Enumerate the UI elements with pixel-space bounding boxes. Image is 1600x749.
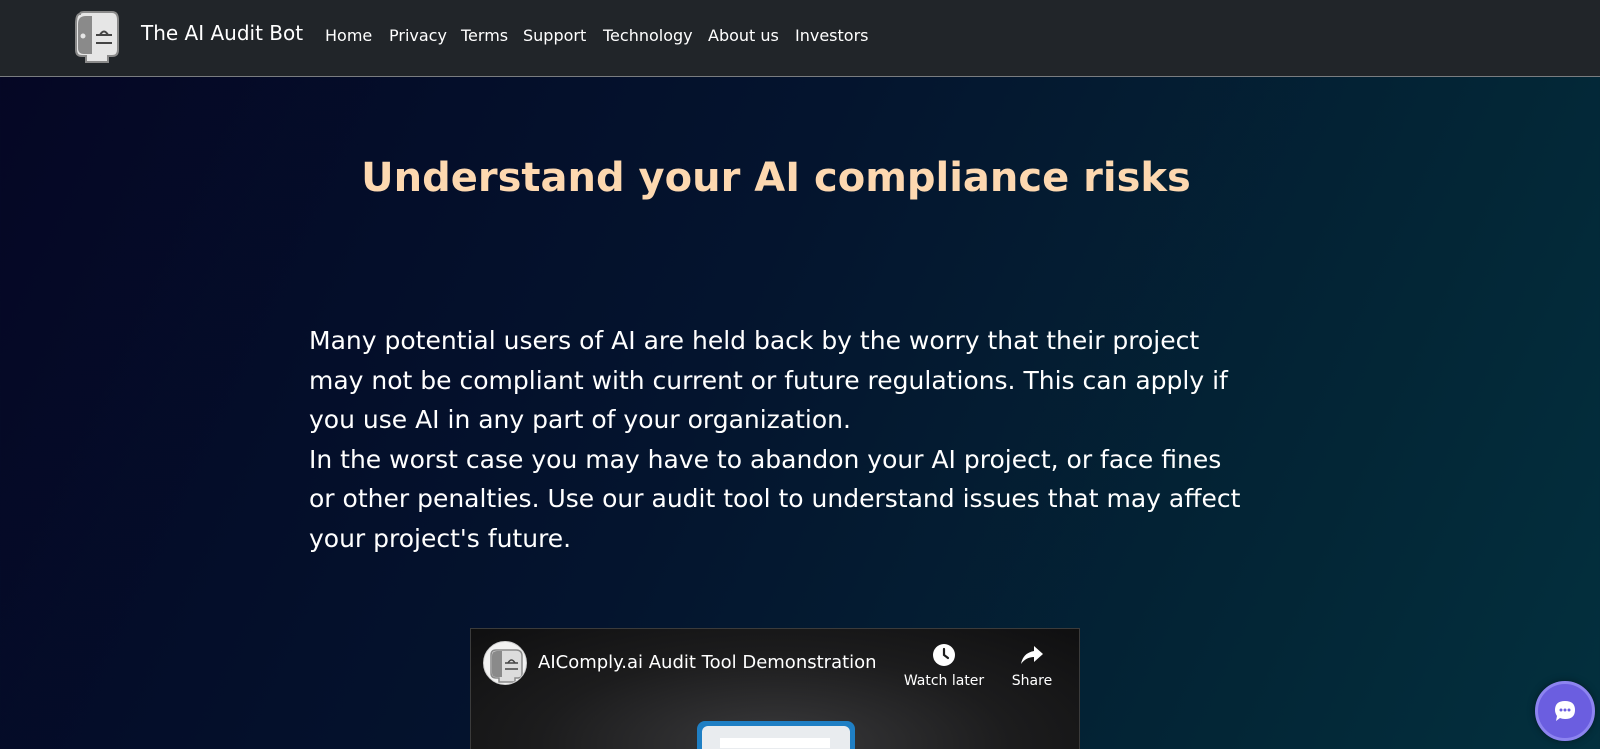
top-navbar: The AI Audit Bot Home Privacy Terms Supp…	[0, 0, 1600, 77]
chat-bubble-icon	[1555, 701, 1575, 721]
brand-name[interactable]: The AI Audit Bot	[141, 20, 303, 46]
video-embed[interactable]: AIComply.ai Audit Tool Demonstration Wat…	[470, 628, 1080, 749]
video-thumbnail-screen	[702, 726, 850, 749]
nav-home[interactable]: Home	[325, 26, 372, 46]
share-button[interactable]: Share	[987, 643, 1077, 689]
brand-logo-icon[interactable]	[72, 10, 120, 64]
nav-terms[interactable]: Terms	[461, 26, 508, 46]
share-arrow-icon	[1021, 646, 1043, 664]
intro-paragraph-1: Many potential users of AI are held back…	[309, 326, 1228, 434]
intro-text: Many potential users of AI are held back…	[309, 321, 1249, 558]
watch-later-label: Watch later	[903, 673, 985, 689]
chat-button[interactable]	[1535, 681, 1595, 741]
share-label: Share	[1011, 673, 1053, 689]
nav-technology[interactable]: Technology	[603, 26, 693, 46]
nav-about-us[interactable]: About us	[708, 26, 779, 46]
nav-privacy[interactable]: Privacy	[389, 26, 447, 46]
page-title: Understand your AI compliance risks	[361, 155, 1191, 201]
clock-icon	[933, 644, 955, 666]
video-title[interactable]: AIComply.ai Audit Tool Demonstration	[538, 651, 877, 675]
watch-later-button[interactable]: Watch later	[899, 643, 989, 689]
video-thumbnail[interactable]	[697, 721, 855, 749]
nav-support[interactable]: Support	[523, 26, 586, 46]
intro-paragraph-2: In the worst case you may have to abando…	[309, 444, 1241, 553]
channel-avatar[interactable]	[483, 641, 527, 685]
nav-investors[interactable]: Investors	[795, 26, 868, 46]
